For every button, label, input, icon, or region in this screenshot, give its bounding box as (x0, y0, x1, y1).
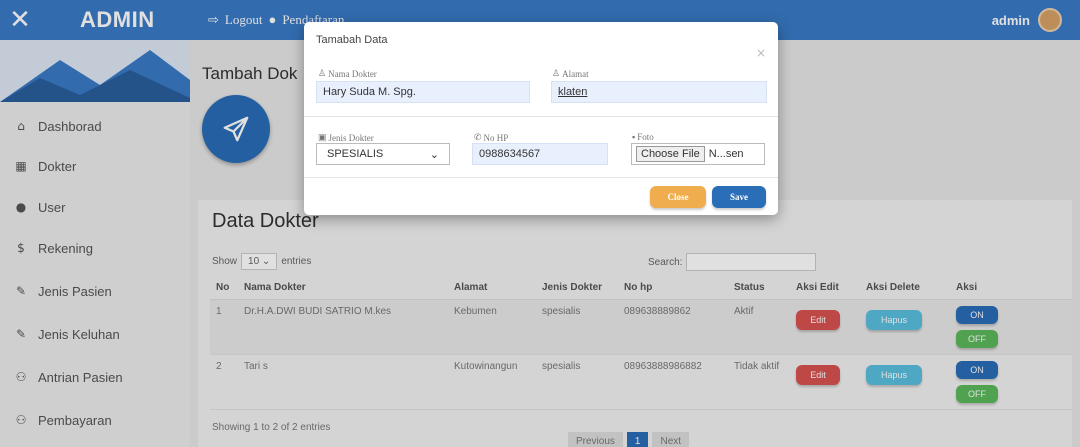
file-name: N...sen (708, 148, 744, 160)
jenis-dokter-select[interactable]: SPESIALIS ⌄ (316, 143, 450, 165)
list-icon: ▣ (318, 132, 327, 142)
no-hp-field[interactable]: 0988634567 (472, 143, 608, 165)
alamat-label: ♙ Alamat (552, 68, 589, 79)
modal-title: Tamabah Data (316, 34, 388, 46)
nama-dokter-label: ♙ Nama Dokter (318, 68, 377, 79)
phone-icon: ✆ (474, 132, 482, 142)
foto-label: ▪ Foto (632, 132, 654, 142)
alamat-field[interactable]: klaten (551, 81, 767, 103)
jenis-dokter-label: ▣ Jenis Dokter (318, 132, 374, 143)
image-icon: ▪ (632, 132, 636, 142)
close-icon[interactable]: × (756, 46, 766, 60)
foto-label-text: Foto (637, 132, 654, 142)
chevron-down-icon: ⌄ (429, 148, 439, 161)
save-button[interactable]: Save (712, 186, 766, 208)
user-outline-icon: ♙ (552, 68, 561, 78)
jenis-dokter-value: SPESIALIS (327, 148, 384, 160)
close-button[interactable]: Close (650, 186, 706, 208)
foto-file-input[interactable]: Choose File N...sen (631, 143, 765, 165)
no-hp-label: ✆ No HP (474, 132, 508, 143)
user-outline-icon: ♙ (318, 68, 327, 78)
jenis-dokter-label-text: Jenis Dokter (328, 132, 374, 143)
nama-dokter-label-text: Nama Dokter (328, 68, 377, 79)
modal-divider (304, 116, 778, 117)
alamat-label-text: Alamat (562, 68, 589, 79)
modal-footer-divider (304, 177, 778, 178)
choose-file-button[interactable]: Choose File (636, 146, 705, 162)
nama-dokter-field[interactable]: Hary Suda M. Spg. (316, 81, 530, 103)
no-hp-label-text: No HP (483, 132, 509, 143)
tambah-data-modal: Tamabah Data × ♙ Nama Dokter Hary Suda M… (304, 22, 778, 215)
